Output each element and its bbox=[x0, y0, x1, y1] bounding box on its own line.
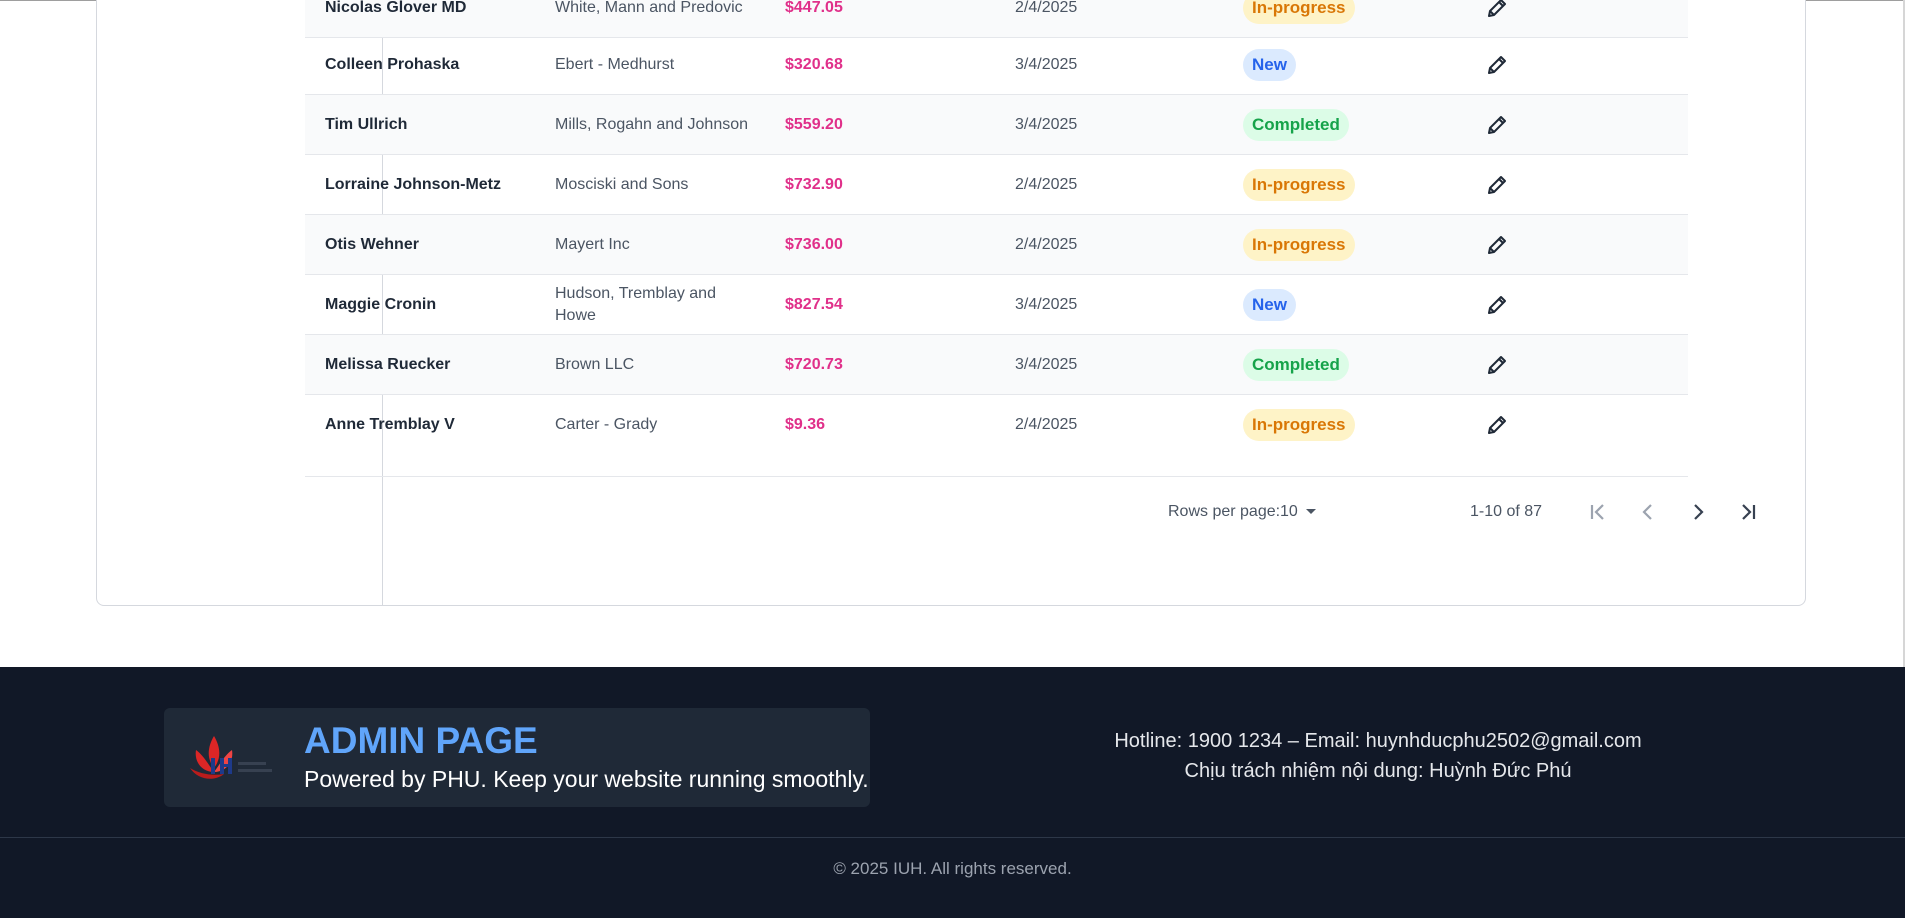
edit-button[interactable] bbox=[1477, 275, 1517, 335]
company-name: White, Mann and Predovic bbox=[555, 0, 743, 16]
order-date: 3/4/2025 bbox=[1015, 56, 1078, 73]
customer-name: Tim Ullrich bbox=[325, 116, 408, 133]
edit-button[interactable] bbox=[1477, 335, 1517, 395]
site-footer: ADMIN PAGE Powered by PHU. Keep your web… bbox=[0, 667, 1905, 918]
status-badge: In-progress bbox=[1243, 409, 1355, 441]
customer-name: Melissa Ruecker bbox=[325, 356, 451, 373]
status-badge: Completed bbox=[1243, 349, 1349, 381]
order-date: 3/4/2025 bbox=[1015, 116, 1078, 133]
company-name: Ebert - Medhurst bbox=[555, 56, 675, 73]
edit-button[interactable] bbox=[1477, 95, 1517, 155]
pencil-icon bbox=[1488, 176, 1506, 194]
customer-name: Lorraine Johnson-Metz bbox=[325, 176, 502, 193]
company-name: Brown LLC bbox=[555, 356, 635, 373]
status-badge: New bbox=[1243, 49, 1296, 81]
table-row: Tim Ullrich Mills, Rogahn and Johnson $559… bbox=[305, 95, 1688, 155]
edit-button[interactable] bbox=[1477, 0, 1517, 38]
customer-name: Colleen Prohaska bbox=[325, 56, 460, 73]
last-page-icon bbox=[1742, 504, 1756, 520]
footer-divider bbox=[0, 837, 1905, 838]
order-date: 3/4/2025 bbox=[1015, 356, 1078, 373]
status-badge: In-progress bbox=[1243, 229, 1355, 261]
status-badge: In-progress bbox=[1243, 0, 1355, 24]
footer-hotline: Hotline: 1900 1234 – Email: huynhducphu2… bbox=[1114, 730, 1642, 752]
order-amount: $447.05 bbox=[785, 0, 843, 16]
edit-button[interactable] bbox=[1477, 215, 1517, 275]
last-page-button[interactable] bbox=[1730, 494, 1766, 530]
table-row: Melissa Ruecker Brown LLC $720.73 3/4/2025 C… bbox=[305, 335, 1688, 395]
status-cell: In-progress bbox=[1243, 215, 1403, 275]
order-date: 3/4/2025 bbox=[1015, 296, 1078, 313]
status-cell: Completed bbox=[1243, 95, 1403, 155]
edit-button[interactable] bbox=[1477, 395, 1517, 455]
table-row: Lorraine Johnson-Metz Mosciski and Sons $7… bbox=[305, 155, 1688, 215]
company-name: Mills, Rogahn and Johnson bbox=[555, 116, 749, 133]
status-badge: New bbox=[1243, 289, 1296, 321]
company-name: Mayert Inc bbox=[555, 236, 630, 253]
iuh-logo-icon bbox=[190, 736, 272, 779]
status-cell: In-progress bbox=[1243, 395, 1403, 455]
caret-down-icon bbox=[1305, 509, 1316, 514]
company-name: Carter - Grady bbox=[555, 416, 658, 433]
table-row: Nicolas Glover MD White, Mann and Predovi… bbox=[305, 0, 1688, 38]
pencil-icon bbox=[1488, 56, 1506, 74]
pagination-range: 1-10 of 87 bbox=[1470, 503, 1543, 520]
status-cell: In-progress bbox=[1243, 0, 1403, 38]
status-cell: Completed bbox=[1243, 335, 1403, 395]
order-amount: $732.90 bbox=[785, 176, 843, 193]
next-page-button[interactable] bbox=[1680, 494, 1716, 530]
pencil-icon bbox=[1488, 356, 1506, 374]
first-page-icon bbox=[1590, 504, 1604, 520]
order-amount: $736.00 bbox=[785, 236, 843, 253]
pencil-icon bbox=[1488, 236, 1506, 254]
pencil-icon bbox=[1488, 416, 1506, 434]
edit-button[interactable] bbox=[1477, 155, 1517, 215]
footer-title: ADMIN PAGE bbox=[304, 720, 538, 761]
table-row: Otis Wehner Mayert Inc $736.00 2/4/2025 In-p… bbox=[305, 215, 1688, 275]
table-row: Colleen Prohaska Ebert - Medhurst $320.68 3… bbox=[305, 35, 1688, 95]
order-date: 2/4/2025 bbox=[1015, 236, 1078, 253]
chevron-left-icon bbox=[1642, 504, 1652, 520]
status-cell: New bbox=[1243, 35, 1403, 95]
order-date: 2/4/2025 bbox=[1015, 176, 1078, 193]
footer-brand-card: ADMIN PAGE Powered by PHU. Keep your web… bbox=[164, 708, 870, 807]
pencil-icon bbox=[1488, 296, 1506, 314]
previous-page-button[interactable] bbox=[1630, 494, 1666, 530]
order-date: 2/4/2025 bbox=[1015, 416, 1078, 433]
customer-name: Anne Tremblay V bbox=[325, 416, 455, 433]
table-row: Maggie Cronin Hudson, Tremblay and Howe $8… bbox=[305, 275, 1688, 335]
order-amount: $9.36 bbox=[785, 416, 826, 433]
company-name: Hudson, Tremblay and Howe bbox=[555, 285, 716, 324]
status-badge: Completed bbox=[1243, 109, 1349, 141]
customer-name: Nicolas Glover MD bbox=[325, 0, 467, 16]
rows-per-page-value: 10 bbox=[1280, 503, 1298, 520]
customer-name: Otis Wehner bbox=[325, 236, 419, 253]
chevron-right-icon bbox=[1694, 504, 1704, 520]
company-name: Mosciski and Sons bbox=[555, 176, 689, 193]
rows-per-page-select[interactable]: 10 bbox=[1280, 477, 1318, 547]
footer-tagline: Powered by PHU. Keep your website runnin… bbox=[304, 766, 869, 792]
table-row: Anne Tremblay V Carter - Grady $9.36 2/4/20… bbox=[305, 395, 1688, 455]
order-amount: $320.68 bbox=[785, 56, 843, 73]
pencil-icon bbox=[1488, 116, 1506, 134]
pencil-icon bbox=[1488, 0, 1506, 17]
customer-name: Maggie Cronin bbox=[325, 296, 437, 313]
edit-button[interactable] bbox=[1477, 35, 1517, 95]
order-amount: $559.20 bbox=[785, 116, 843, 133]
footer-responsible: Chịu trách nhiệm nội dung: Huỳnh Đức Phú bbox=[1184, 760, 1572, 782]
status-badge: In-progress bbox=[1243, 169, 1355, 201]
footer-copyright: © 2025 IUH. All rights reserved. bbox=[833, 859, 1072, 878]
order-date: 2/4/2025 bbox=[1015, 0, 1078, 16]
rows-per-page-label: Rows per page: bbox=[1168, 503, 1281, 520]
first-page-button[interactable] bbox=[1580, 494, 1616, 530]
status-cell: New bbox=[1243, 275, 1403, 335]
pagination-bar: Rows per page: 10 1-10 of 87 bbox=[305, 476, 1756, 547]
order-amount: $827.54 bbox=[785, 296, 843, 313]
status-cell: In-progress bbox=[1243, 155, 1403, 215]
order-amount: $720.73 bbox=[785, 356, 843, 373]
